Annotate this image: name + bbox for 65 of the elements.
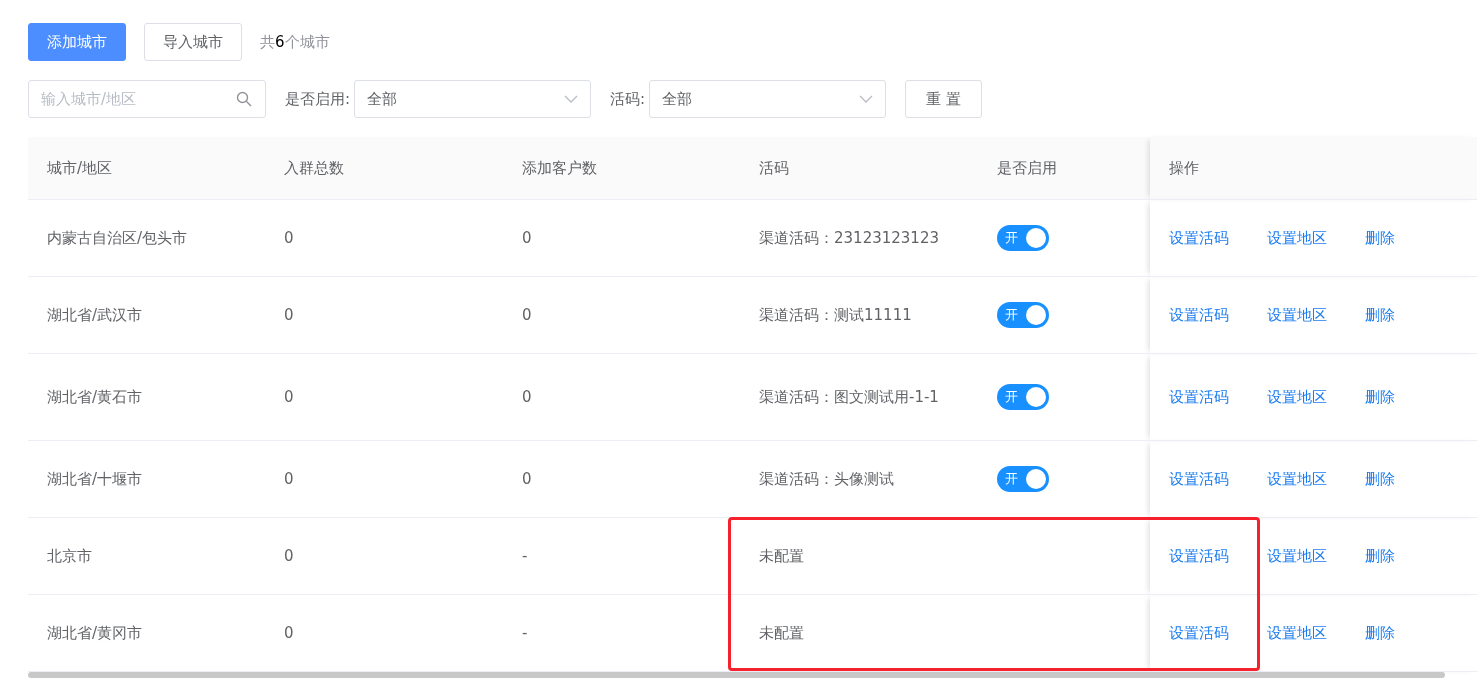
action-link[interactable]: 删除 <box>1365 469 1395 489</box>
column-header: 活码 <box>740 137 978 200</box>
city-count: 共6个城市 <box>260 32 330 52</box>
table-cell: - <box>503 594 740 672</box>
action-link[interactable]: 设置活码 <box>1169 387 1229 407</box>
table-cell: 湖北省/武汉市 <box>28 276 265 354</box>
code-text: 未配置 <box>759 623 804 644</box>
toggle-switch[interactable]: 开 <box>997 302 1049 328</box>
code-text: 未配置 <box>759 546 804 567</box>
reset-button[interactable]: 重 置 <box>905 80 982 118</box>
import-city-button[interactable]: 导入城市 <box>144 23 242 61</box>
table-cell: 湖北省/黄石市 <box>28 353 265 441</box>
table-cell: 0 <box>265 353 503 441</box>
column-header: 入群总数 <box>265 137 503 200</box>
action-link[interactable]: 设置地区 <box>1267 623 1327 643</box>
code-text: 渠道活码：23123123123 <box>759 228 939 249</box>
code-select[interactable]: 全部 <box>649 80 887 118</box>
table-cell: 0 <box>265 440 503 518</box>
table-cell: 0 <box>503 276 740 354</box>
code-text: 渠道活码：图文测试用-1-1 <box>759 387 939 408</box>
filter-label: 是否启用: <box>285 89 351 109</box>
table-cell: 0 <box>503 199 740 277</box>
action-link[interactable]: 删除 <box>1365 305 1395 325</box>
table-cell: 0 <box>265 517 503 595</box>
table-cell: 湖北省/黄冈市 <box>28 594 265 672</box>
table-cell: 湖北省/十堰市 <box>28 440 265 518</box>
action-link[interactable]: 设置地区 <box>1267 469 1327 489</box>
toggle-switch[interactable]: 开 <box>997 225 1049 251</box>
toggle-switch[interactable]: 开 <box>997 384 1049 410</box>
action-link[interactable]: 设置地区 <box>1267 546 1327 566</box>
code-text: 渠道活码：测试11111 <box>759 305 912 326</box>
action-link[interactable]: 删除 <box>1365 546 1395 566</box>
scrollbar-thumb[interactable] <box>28 672 1445 678</box>
toggle-switch[interactable]: 开 <box>997 466 1049 492</box>
action-link[interactable]: 设置活码 <box>1169 546 1229 566</box>
action-link[interactable]: 设置活码 <box>1169 228 1229 248</box>
column-header: 城市/地区 <box>28 137 265 200</box>
chevron-down-icon <box>859 95 874 103</box>
action-link[interactable]: 删除 <box>1365 228 1395 248</box>
table-cell: 内蒙古自治区/包头市 <box>28 199 265 277</box>
action-link[interactable]: 设置活码 <box>1169 469 1229 489</box>
table-cell: - <box>503 517 740 595</box>
table-cell: 0 <box>265 276 503 354</box>
code-text: 渠道活码：头像测试 <box>759 469 894 490</box>
table-cell: 0 <box>503 353 740 441</box>
action-link[interactable]: 设置地区 <box>1267 387 1327 407</box>
search-field[interactable]: 输入城市/地区 <box>28 80 266 118</box>
column-header: 是否启用 <box>978 137 1150 200</box>
action-link[interactable]: 设置活码 <box>1169 305 1229 325</box>
action-link[interactable]: 删除 <box>1365 623 1395 643</box>
filter-label: 活码: <box>610 89 646 109</box>
table-cell: 0 <box>265 199 503 277</box>
search-icon <box>236 91 252 107</box>
table-cell: 0 <box>265 594 503 672</box>
action-link[interactable]: 设置地区 <box>1267 305 1327 325</box>
action-link[interactable]: 删除 <box>1365 387 1395 407</box>
table-cell: 北京市 <box>28 517 265 595</box>
column-header: 添加客户数 <box>503 137 740 200</box>
action-link[interactable]: 设置地区 <box>1267 228 1327 248</box>
table-cell: 0 <box>503 440 740 518</box>
enabled-select[interactable]: 全部 <box>354 80 592 118</box>
chevron-down-icon <box>564 95 579 103</box>
column-header: 操作 <box>1150 137 1477 200</box>
action-link[interactable]: 设置活码 <box>1169 623 1229 643</box>
add-city-button[interactable]: 添加城市 <box>28 23 126 61</box>
